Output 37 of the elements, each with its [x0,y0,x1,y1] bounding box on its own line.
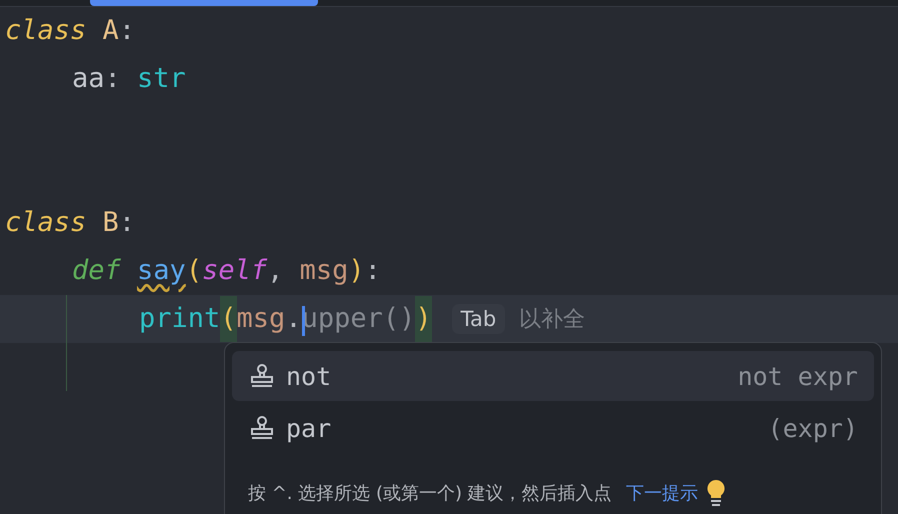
code-token: self [202,254,268,288]
hint-text: 以补全 [519,306,586,334]
code-token: A [102,14,119,48]
key-hint: Tab [452,304,506,334]
completion-item[interactable]: not not expr [232,351,874,401]
code-token: class [5,206,88,240]
code-token: ) [348,254,365,288]
ghost-text: upper() [302,302,416,338]
scrollbar-thumb[interactable] [90,0,318,6]
code-token: say [137,254,186,288]
code-token: msg [236,302,286,336]
code-token: : [118,206,136,240]
code-token: def [72,254,122,288]
stamp-icon [248,362,276,390]
code-token: class [5,14,88,48]
code-token: , [267,254,284,288]
lightbulb-icon [706,479,726,507]
code-token: : [364,254,381,288]
code-token: str [137,62,186,96]
code-token: aa [72,62,105,96]
code-token: msg [300,254,348,288]
completion-detail: (expr) [768,414,858,442]
completion-item[interactable]: par (expr) [232,403,874,453]
completion-name: not [286,362,332,390]
code-token: B [102,206,119,240]
footer-text: 按 ^. 选择所选 (或第一个) 建议，然后插入点 [248,482,612,505]
code-token: ( [186,254,202,288]
stamp-icon [248,414,276,442]
code-token: . [285,302,302,336]
code-token: print [139,302,220,336]
code-token: : [104,62,122,96]
code-token: : [118,14,136,48]
completion-name: par [286,414,332,442]
code-token: ( [220,296,237,342]
completion-detail: not expr [738,362,858,390]
code-token: ) [415,296,432,342]
next-tip-link[interactable]: 下一提示 [626,481,698,505]
